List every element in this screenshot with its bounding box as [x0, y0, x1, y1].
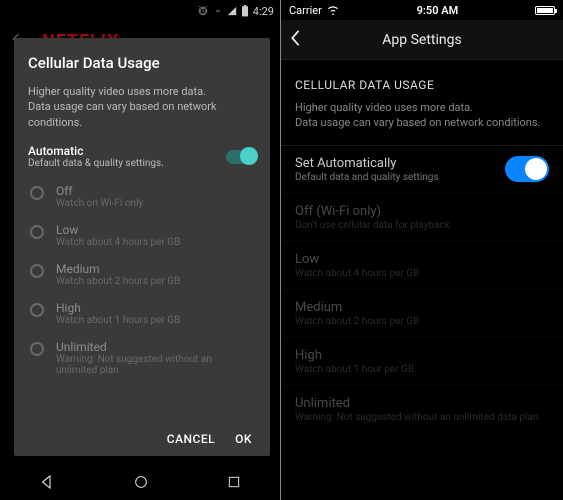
ios-phone: Carrier 9:50 AM App Settings CELLULAR DA… — [281, 0, 563, 500]
android-nav-bar — [0, 464, 280, 500]
section-description: Higher quality video uses more data. Dat… — [281, 100, 563, 145]
radio-icon — [30, 264, 44, 278]
status-time: 9:50 AM — [417, 4, 459, 17]
nav-home-icon[interactable] — [133, 474, 149, 490]
option-low[interactable]: LowWatch about 4 hours per GB — [28, 216, 256, 255]
dialog-description: Higher quality video uses more data. Dat… — [28, 84, 256, 130]
nav-recent-icon[interactable] — [226, 474, 242, 490]
ios-content: CELLULAR DATA USAGE Higher quality video… — [281, 60, 563, 433]
page-title: App Settings — [382, 32, 461, 48]
ios-status-bar: Carrier 9:50 AM — [281, 0, 563, 20]
automatic-toggle[interactable] — [226, 150, 256, 164]
battery-icon — [535, 6, 555, 15]
option-off[interactable]: Off (Wi-Fi only)Don't use cellular data … — [281, 193, 563, 241]
dialog-title: Cellular Data Usage — [28, 54, 256, 72]
carrier-label: Carrier — [289, 4, 322, 17]
radio-icon — [30, 225, 44, 239]
option-medium[interactable]: MediumWatch about 2 hours per GB — [28, 255, 256, 294]
option-unlimited[interactable]: UnlimitedWarning: Not suggested without … — [281, 385, 563, 433]
set-automatically-toggle[interactable] — [505, 156, 549, 182]
cancel-button[interactable]: CANCEL — [167, 432, 215, 446]
option-unlimited[interactable]: UnlimitedWarning: Not suggested without … — [28, 333, 256, 383]
radio-icon — [30, 303, 44, 317]
automatic-row[interactable]: Automatic Default data & quality setting… — [28, 144, 256, 169]
set-automatically-row[interactable]: Set Automatically Default data and quali… — [281, 145, 563, 193]
nav-back-icon[interactable] — [38, 473, 56, 491]
options-list: OffWatch on Wi-Fi only LowWatch about 4 … — [28, 177, 256, 426]
alarm-icon — [197, 5, 209, 17]
wifi-icon — [326, 5, 340, 15]
data-icon — [213, 6, 223, 16]
android-phone: 4:29 NETFLIX C NAN QSC BC EIf Player Typ… — [0, 0, 281, 500]
back-chevron-icon[interactable] — [289, 29, 301, 51]
section-title: CELLULAR DATA USAGE — [281, 60, 563, 100]
option-high[interactable]: HighWatch about 1 hours per GB — [28, 294, 256, 333]
battery-icon — [241, 5, 249, 17]
set-automatically-label: Set Automatically — [295, 156, 439, 171]
option-off[interactable]: OffWatch on Wi-Fi only — [28, 177, 256, 216]
radio-icon — [30, 186, 44, 200]
dialog-actions: CANCEL OK — [28, 426, 256, 448]
set-automatically-sub: Default data and quality settings — [295, 172, 439, 183]
status-time: 4:29 — [253, 5, 274, 18]
radio-icon — [30, 342, 44, 356]
option-medium[interactable]: MediumWatch about 2 hours per GB — [281, 289, 563, 337]
option-high[interactable]: HighWatch about 1 hour per GB — [281, 337, 563, 385]
ios-nav-header: App Settings — [281, 20, 563, 60]
automatic-sub: Default data & quality settings. — [28, 158, 164, 169]
cellular-data-dialog: Cellular Data Usage Higher quality video… — [14, 38, 270, 456]
option-low[interactable]: LowWatch about 4 hours per GB — [281, 241, 563, 289]
android-status-bar: 4:29 — [0, 0, 280, 22]
ok-button[interactable]: OK — [235, 432, 252, 446]
automatic-label: Automatic — [28, 144, 164, 158]
signal-icon — [227, 6, 237, 16]
